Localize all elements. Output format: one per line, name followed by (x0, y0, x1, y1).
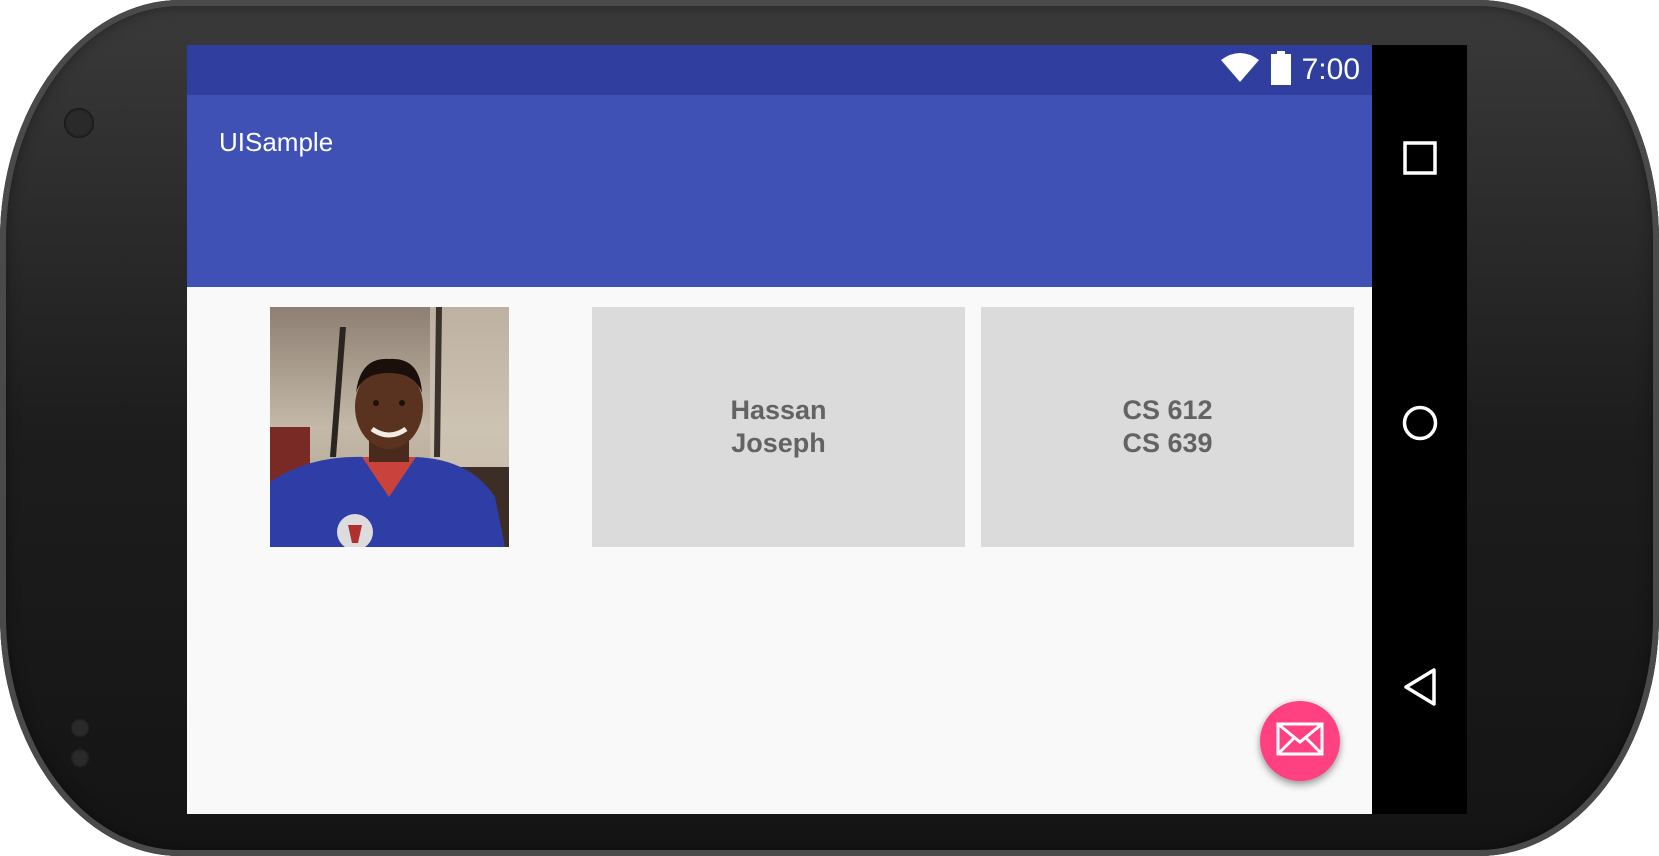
name-tile: Hassan Joseph (592, 307, 965, 547)
sensor-dot (70, 748, 90, 768)
back-button[interactable] (1372, 649, 1467, 729)
home-button[interactable] (1372, 385, 1467, 465)
course-item: CS 639 (1122, 428, 1213, 458)
back-icon (1402, 667, 1438, 712)
mail-icon (1276, 722, 1324, 761)
profile-photo (270, 307, 509, 547)
first-name: Hassan (730, 395, 827, 425)
home-icon (1401, 404, 1439, 447)
wifi-icon (1220, 52, 1260, 89)
system-nav-bar (1372, 45, 1467, 814)
course-item: CS 612 (1122, 395, 1213, 425)
last-name: Joseph (731, 428, 826, 458)
battery-icon (1270, 50, 1292, 90)
app-toolbar: UISample (187, 95, 1372, 287)
status-bar: 7:00 (187, 45, 1372, 95)
app-title: UISample (219, 127, 334, 157)
recents-icon (1402, 140, 1438, 181)
courses-tile: CS 612 CS 639 (981, 307, 1354, 547)
front-camera (64, 108, 94, 138)
status-time: 7:00 (1301, 53, 1360, 86)
main-content: Hassan Joseph CS 612 CS 639 (187, 287, 1372, 814)
sensor-dot (70, 718, 90, 738)
phone-frame: 7:00 UISample Hassan Joseph CS 612 CS 63… (0, 0, 1659, 856)
email-fab-button[interactable] (1260, 701, 1340, 781)
app-screen: 7:00 UISample Hassan Joseph CS 612 CS 63… (187, 45, 1372, 814)
recents-button[interactable] (1372, 120, 1467, 200)
